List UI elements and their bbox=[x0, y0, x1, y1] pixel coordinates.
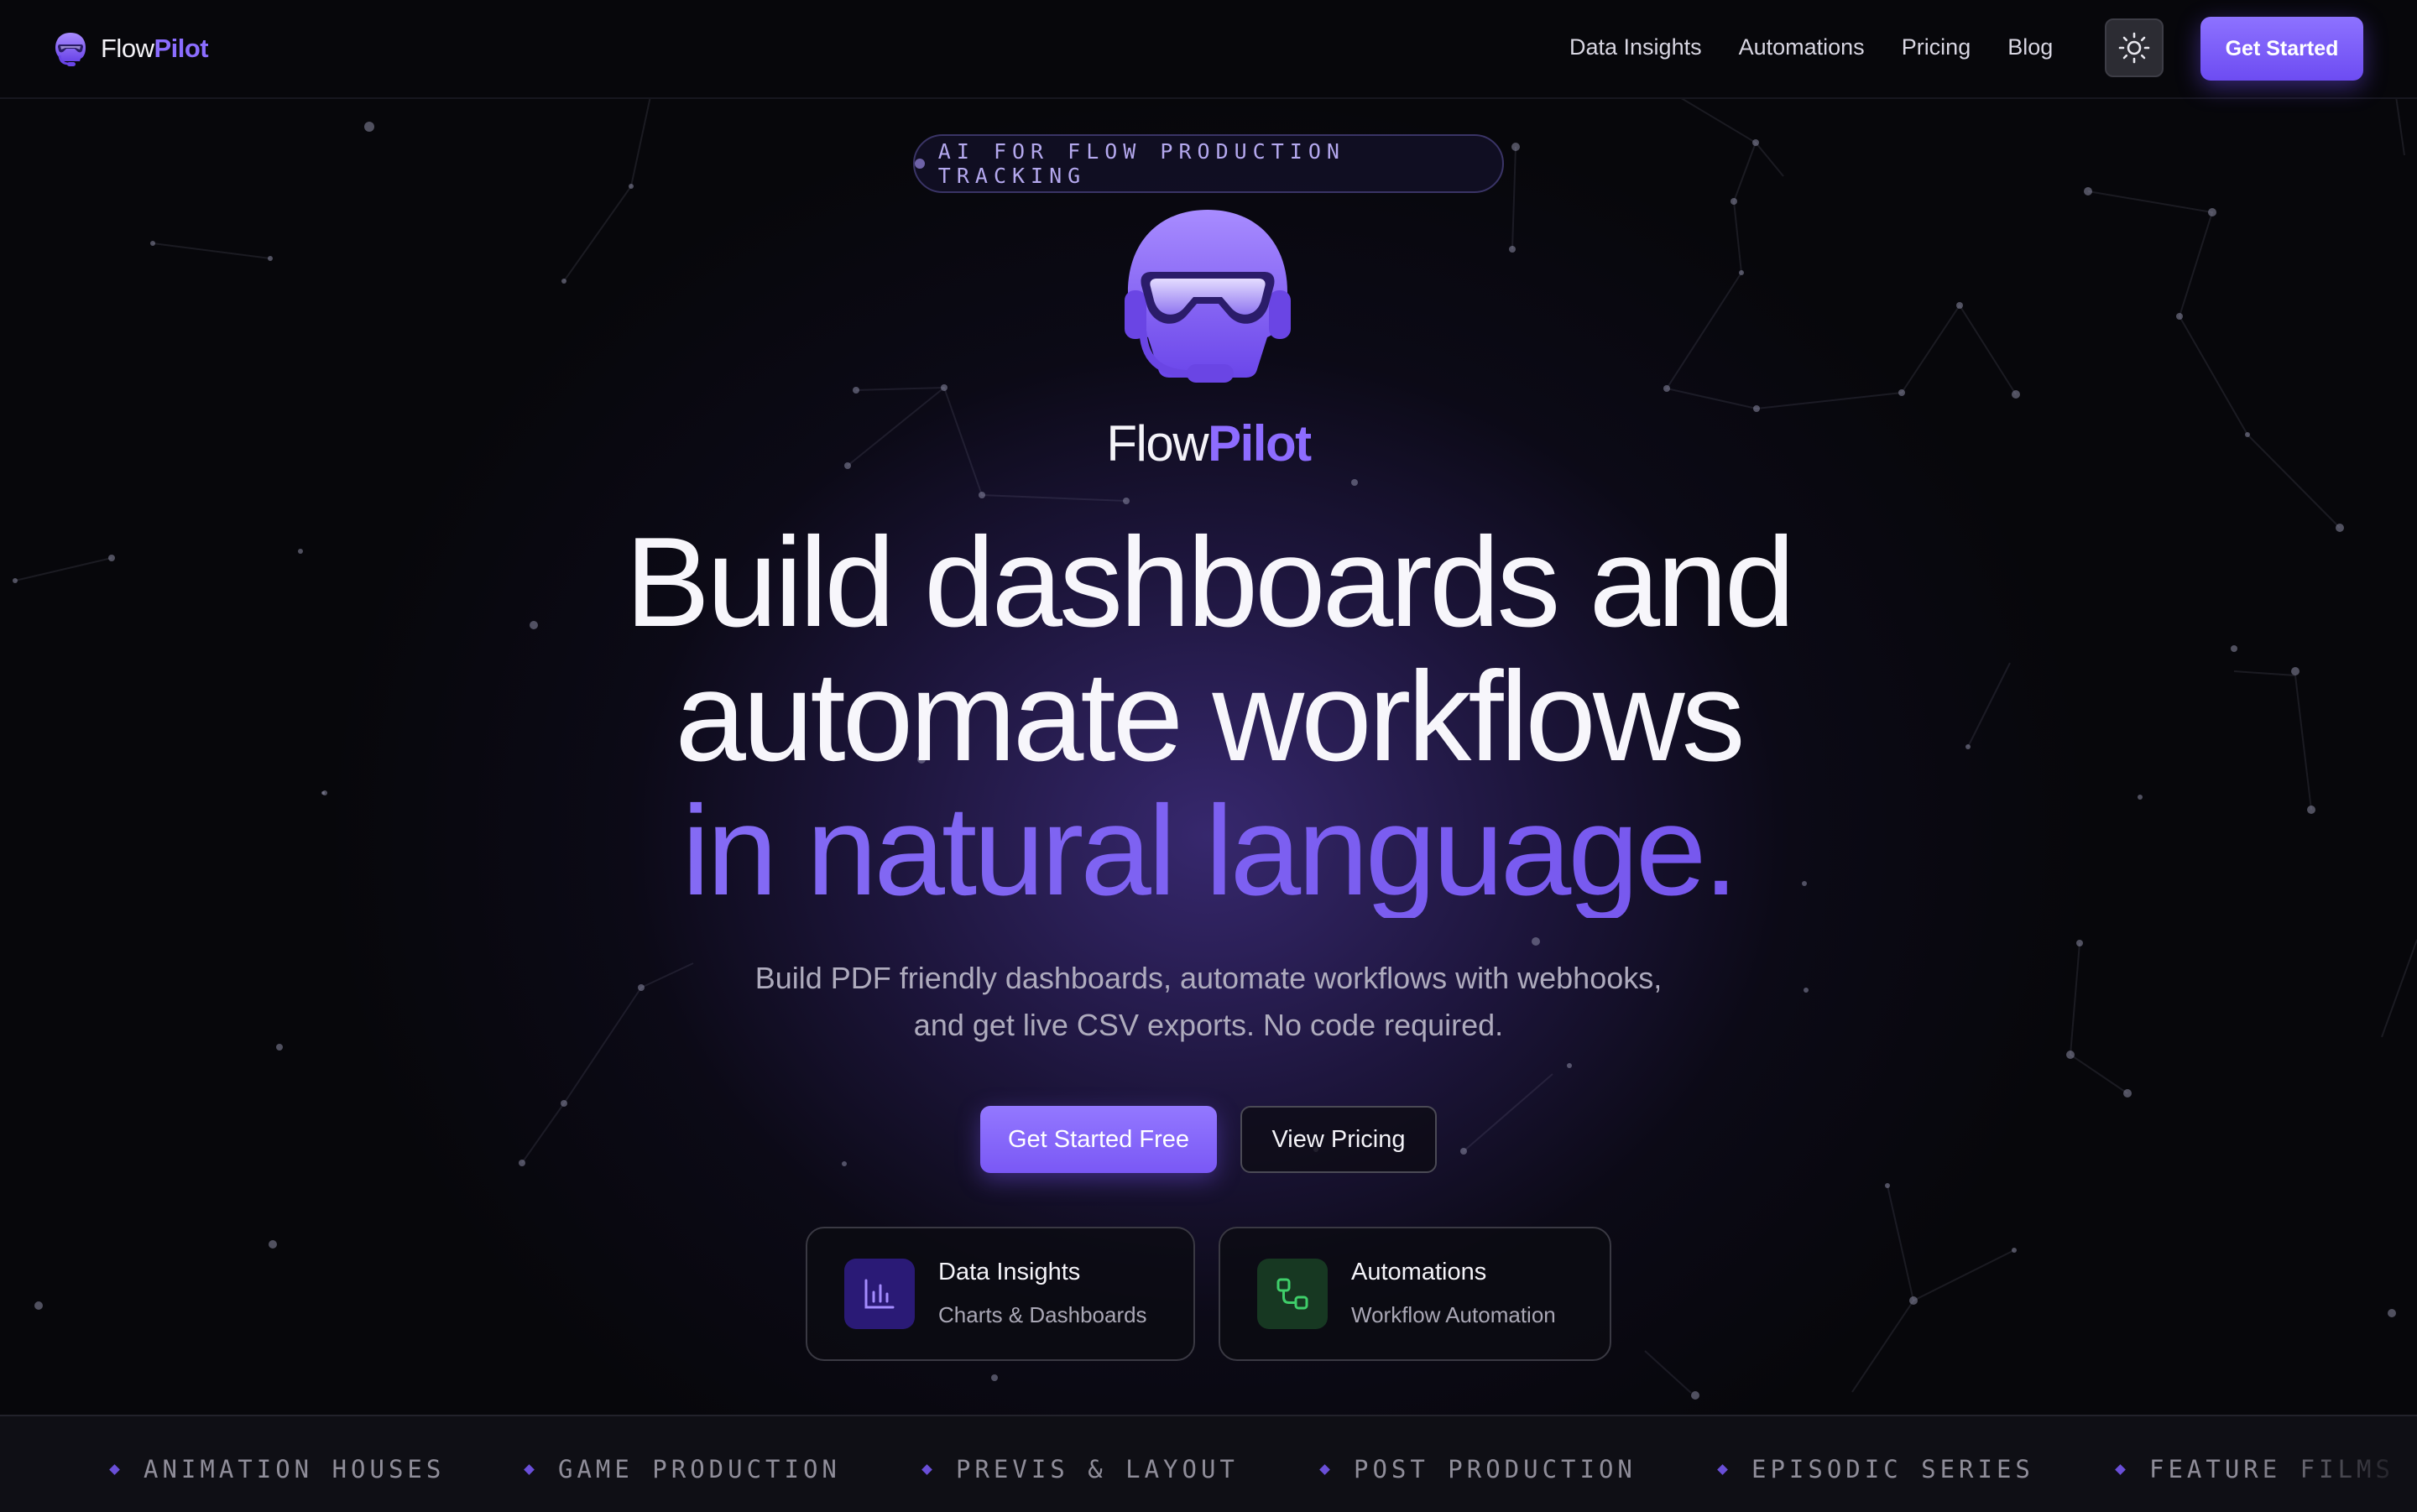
workflow-icon bbox=[1257, 1259, 1328, 1329]
feature-title: Automations bbox=[1351, 1259, 1487, 1285]
brand-name: FlowPilot bbox=[101, 34, 209, 63]
pilot-helmet-logo bbox=[1125, 210, 1291, 383]
nav-link-automations[interactable]: Automations bbox=[1739, 30, 1865, 64]
headline-line-1: Build dashboards and bbox=[624, 511, 1795, 654]
marquee-item: ANIMATION HOUSES bbox=[109, 1455, 446, 1483]
pilot-helmet-icon bbox=[55, 33, 86, 66]
headline-accent-line: in natural language. bbox=[0, 784, 2417, 918]
feature-subtitle: Workflow Automation bbox=[1351, 1302, 1556, 1327]
eyebrow-text: AI FOR FLOW PRODUCTION TRACKING bbox=[937, 139, 1345, 188]
nav-links: Data Insights Automations Pricing Blog bbox=[1569, 30, 2053, 64]
marquee-item: PREVIS & LAYOUT bbox=[921, 1455, 1239, 1483]
theme-toggle-button[interactable] bbox=[2105, 18, 2164, 77]
diamond-icon bbox=[1319, 1463, 1330, 1475]
hero-wordmark: FlowPilot bbox=[1106, 415, 1312, 472]
diamond-icon bbox=[524, 1463, 535, 1475]
marquee-item: GAME PRODUCTION bbox=[524, 1455, 841, 1483]
subhead-line-1: Build PDF friendly dashboards, automate … bbox=[754, 961, 1663, 995]
diamond-icon bbox=[921, 1463, 932, 1475]
nav-link-pricing[interactable]: Pricing bbox=[1902, 30, 1971, 64]
industries-marquee: ANIMATION HOUSES GAME PRODUCTION PREVIS … bbox=[0, 1415, 2417, 1512]
get-started-button[interactable]: Get Started bbox=[2200, 17, 2363, 81]
brand-logo[interactable]: FlowPilot bbox=[52, 29, 209, 69]
headline-line-2: automate workflows bbox=[675, 645, 1745, 788]
nav-link-blog[interactable]: Blog bbox=[2007, 30, 2053, 64]
marquee-label: ANIMATION HOUSES bbox=[144, 1455, 446, 1483]
feature-title: Data Insights bbox=[938, 1259, 1081, 1285]
feature-card-data-insights[interactable]: Data Insights Charts & Dashboards bbox=[806, 1227, 1195, 1361]
marquee-label: PREVIS & LAYOUT bbox=[956, 1455, 1239, 1483]
feature-card-automations[interactable]: Automations Workflow Automation bbox=[1219, 1227, 1611, 1361]
subhead-line-2: and get live CSV exports. No code requir… bbox=[913, 1008, 1504, 1042]
diamond-icon bbox=[109, 1463, 120, 1475]
sun-icon bbox=[2118, 32, 2150, 64]
view-pricing-button[interactable]: View Pricing bbox=[1240, 1106, 1437, 1173]
top-navbar: FlowPilot Data Insights Automations Pric… bbox=[0, 0, 2417, 99]
nav-link-data-insights[interactable]: Data Insights bbox=[1569, 30, 1702, 64]
eyebrow-pill: AI FOR FLOW PRODUCTION TRACKING bbox=[913, 134, 1504, 193]
marquee-label: POST PRODUCTION bbox=[1354, 1455, 1637, 1483]
marquee-item: POST PRODUCTION bbox=[1319, 1455, 1637, 1483]
marquee-fade bbox=[2249, 1416, 2417, 1512]
marquee-label: EPISODIC SERIES bbox=[1751, 1455, 2034, 1483]
marquee-item: EPISODIC SERIES bbox=[1717, 1455, 2034, 1483]
diamond-icon bbox=[1717, 1463, 1728, 1475]
get-started-free-button[interactable]: Get Started Free bbox=[980, 1106, 1217, 1173]
pill-dot bbox=[915, 159, 925, 169]
diamond-icon bbox=[2115, 1463, 2126, 1475]
feature-subtitle: Charts & Dashboards bbox=[938, 1302, 1147, 1327]
hero-subheading: Build PDF friendly dashboards, automate … bbox=[621, 955, 1796, 1049]
hero-headline: Build dashboards and automate workflows … bbox=[0, 515, 2417, 918]
bar-chart-icon bbox=[844, 1259, 915, 1329]
marquee-label: GAME PRODUCTION bbox=[558, 1455, 841, 1483]
